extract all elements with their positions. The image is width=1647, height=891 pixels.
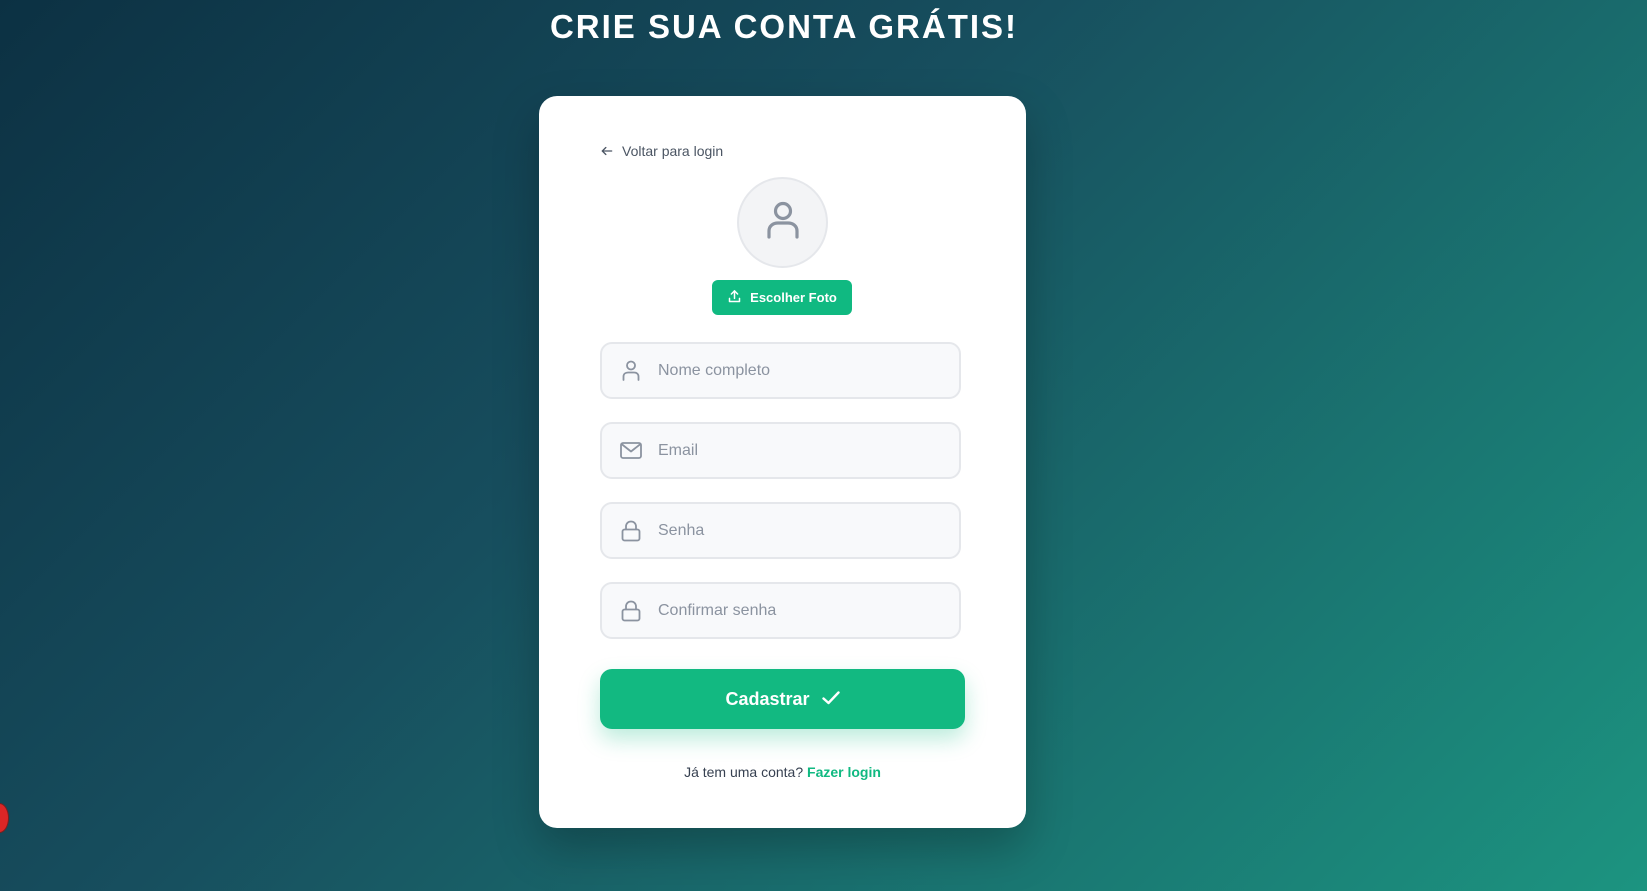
name-input[interactable]	[656, 360, 940, 381]
password-input[interactable]	[656, 520, 940, 541]
password-field[interactable]	[600, 502, 961, 559]
floating-indicator[interactable]	[0, 803, 9, 833]
upload-icon	[727, 289, 742, 307]
register-label: Cadastrar	[725, 688, 810, 709]
page-title: CRIE SUA CONTA GRÁTIS!	[549, 8, 1019, 45]
signup-card: Voltar para login Escolher Foto Nome com…	[539, 96, 1026, 828]
mail-icon	[620, 440, 642, 462]
name-field[interactable]	[600, 342, 961, 399]
email-field[interactable]	[600, 422, 961, 479]
email-input[interactable]	[656, 440, 940, 461]
check-icon	[821, 689, 840, 710]
confirm-password-field[interactable]	[600, 582, 961, 639]
register-button[interactable]: Cadastrar	[600, 669, 965, 729]
choose-photo-button[interactable]: Escolher Foto	[712, 280, 852, 315]
lock-icon	[620, 600, 642, 622]
avatar-placeholder	[737, 177, 828, 268]
login-prompt-text: Já tem uma conta?	[684, 764, 804, 780]
login-link[interactable]: Fazer login	[807, 764, 881, 780]
confirm-password-input[interactable]	[656, 600, 940, 621]
back-to-login-link[interactable]: Voltar para login	[600, 143, 723, 159]
lock-icon	[620, 520, 642, 542]
back-to-login-label: Voltar para login	[622, 143, 724, 159]
login-prompt: Já tem uma conta? Fazer login	[539, 764, 1026, 780]
user-icon	[765, 200, 801, 245]
choose-photo-label: Escolher Foto	[750, 290, 837, 305]
arrow-left-icon	[600, 144, 614, 158]
user-icon	[620, 360, 642, 382]
